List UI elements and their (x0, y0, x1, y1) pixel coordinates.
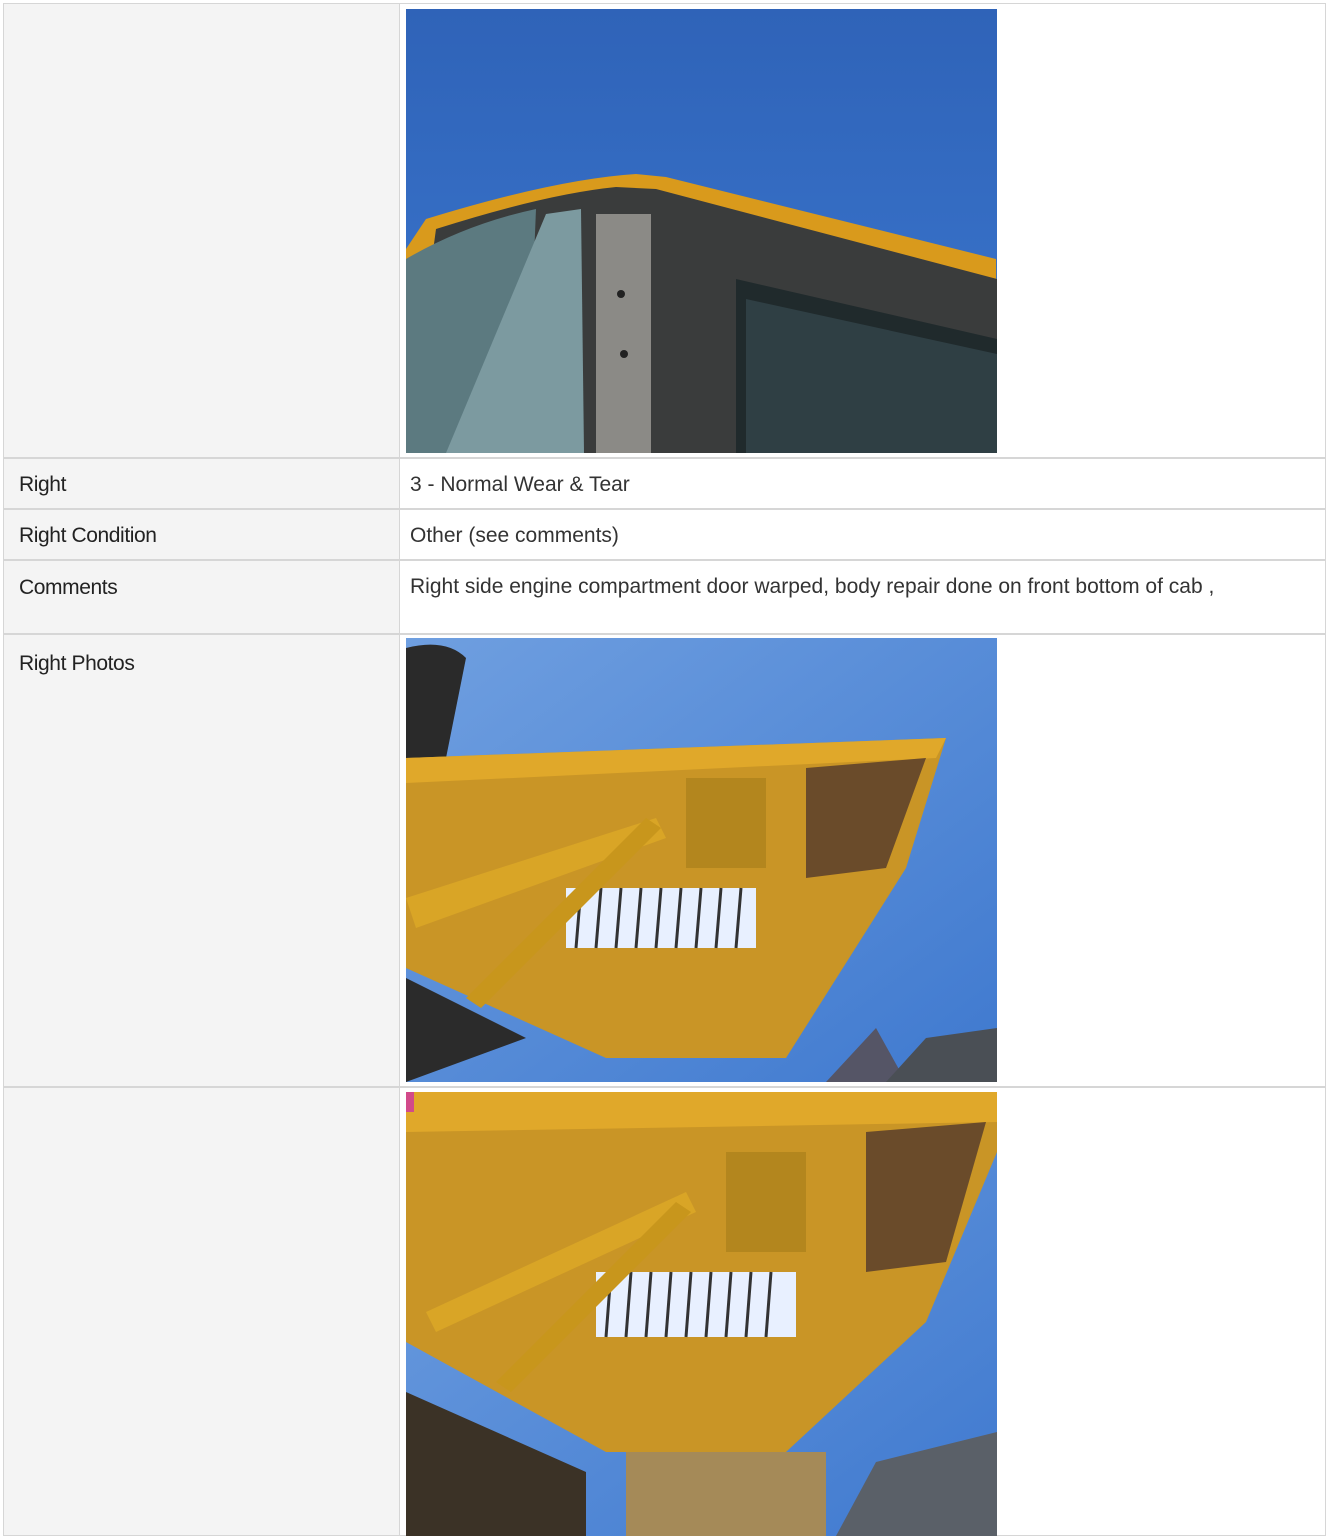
row-value: 3 - Normal Wear & Tear (400, 458, 1326, 509)
row-label: Comments (3, 560, 400, 634)
comments-text: Right side engine compartment door warpe… (400, 560, 1326, 634)
row-label-empty (3, 3, 400, 458)
row-label: Right Condition (3, 509, 400, 560)
engine-door-photo-2[interactable] (406, 1092, 997, 1536)
row-label-empty (3, 1087, 400, 1536)
cab-corner-photo[interactable] (406, 9, 997, 453)
row-value: Other (see comments) (400, 509, 1326, 560)
row-label: Right Photos (3, 634, 400, 1087)
condition-row: Right 3 - Normal Wear & Tear (3, 458, 1326, 509)
condition-detail-row: Right Condition Other (see comments) (3, 509, 1326, 560)
row-label: Right (3, 458, 400, 509)
engine-door-photo-1[interactable] (406, 638, 997, 1082)
comments-row: Comments Right side engine compartment d… (3, 560, 1326, 634)
